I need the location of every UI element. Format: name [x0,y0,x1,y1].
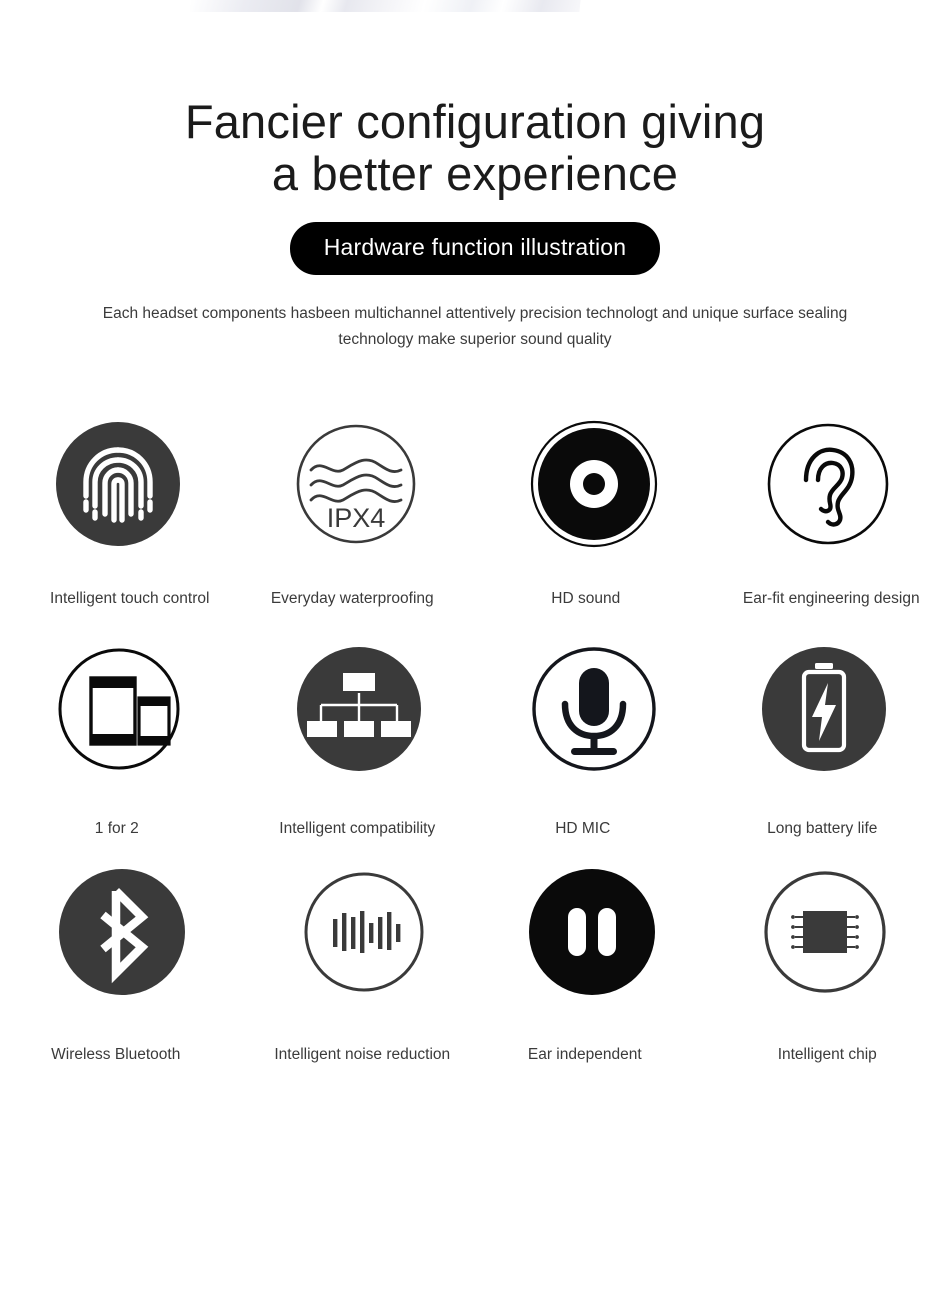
feature-item-ear-independent: Ear independent [475,867,713,1065]
page-title-line-2: a better experience [271,147,679,200]
hierarchy-chart-icon [294,644,424,774]
feature-item-intelligent-chip: Intelligent chip [713,867,950,1065]
feature-row: Intelligent touch control IPX4 Everyday … [0,419,950,609]
feature-item-ear-fit-engineering-design: Ear-fit engineering design [713,419,950,609]
feature-label: Ear independent [527,1046,642,1063]
page-title: Fancier configuration giving a better ex… [0,96,950,200]
hero-section: Fancier configuration giving a better ex… [0,0,950,200]
feature-label: Long battery life [767,820,878,837]
feature-item-intelligent-noise-reduction: Intelligent noise reduction [238,867,476,1065]
badge-container: Hardware function illustration [0,222,950,275]
feature-item-1-for-2: 1 for 2 [0,644,238,839]
feature-label: Wireless Bluetooth [51,1046,181,1063]
hardware-function-badge: Hardware function illustration [289,222,661,275]
feature-label: Ear-fit engineering design [742,590,920,607]
top-image-fragment [189,0,581,12]
two-earbuds-icon [527,867,657,997]
feature-grid: Intelligent touch control IPX4 Everyday … [0,419,950,1065]
ear-icon [763,419,893,549]
audio-waveform-icon [299,867,429,997]
feature-label: Intelligent touch control [50,590,210,607]
chip-icon [760,867,890,997]
feature-item-long-battery-life: Long battery life [713,644,950,839]
ipx4-rating-text: IPX4 [327,503,386,533]
feature-item-intelligent-touch-control: Intelligent touch control [0,419,238,609]
feature-item-wireless-bluetooth: Wireless Bluetooth [0,867,238,1065]
feature-item-intelligent-compatibility: Intelligent compatibility [238,644,476,839]
feature-label: HD sound [551,590,621,607]
water-waves-ipx4-icon: IPX4 [291,419,421,549]
battery-bolt-icon [759,644,889,774]
feature-item-everyday-waterproofing: IPX4 Everyday waterproofing [238,419,476,609]
feature-label: Intelligent compatibility [279,820,436,837]
feature-label: Everyday waterproofing [270,590,434,607]
feature-row: Wireless Bluetooth Intelligent noise red… [0,867,950,1065]
speaker-driver-icon [529,419,659,549]
hero-description: Each headset components hasbeen multicha… [102,305,848,348]
feature-label: Intelligent noise reduction [274,1046,451,1063]
fingerprint-icon [53,419,183,549]
feature-label: 1 for 2 [94,820,139,837]
feature-item-hd-mic: HD MIC [475,644,713,839]
feature-row: 1 for 2 Intelligent compatibility HD MIC… [0,644,950,839]
feature-label: Intelligent chip [777,1046,877,1063]
feature-item-hd-sound: HD sound [475,419,713,609]
bluetooth-icon [57,867,187,997]
microphone-icon [529,644,659,774]
feature-label: HD MIC [555,820,611,837]
page-title-line-1: Fancier configuration giving [184,95,766,148]
two-phones-icon [54,644,184,774]
